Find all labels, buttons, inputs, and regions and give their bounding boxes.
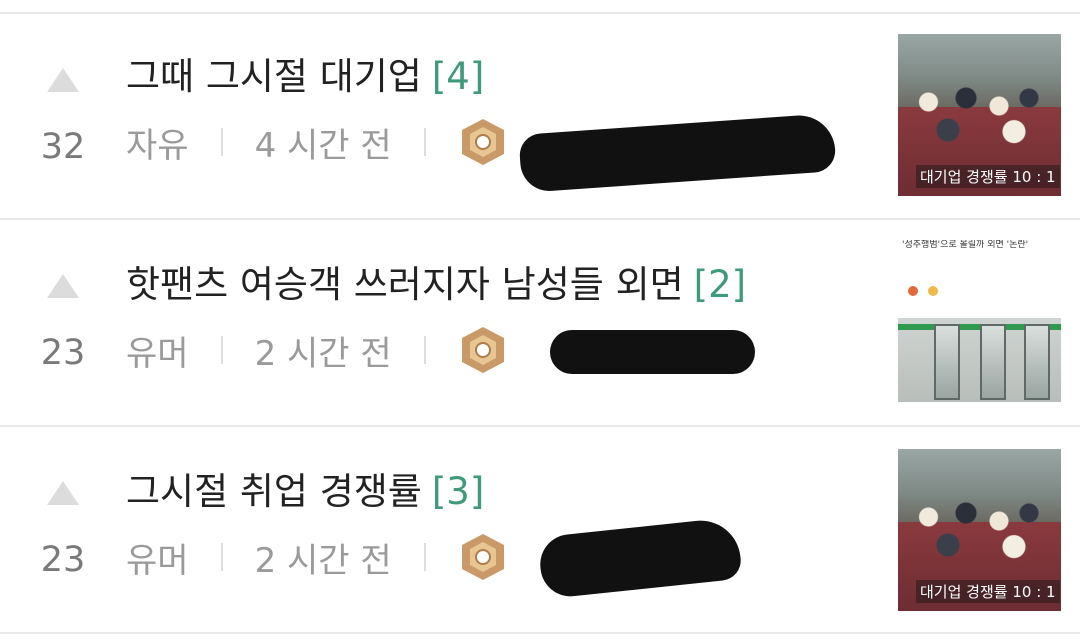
post-meta: 자유 4 시간 전 bbox=[126, 117, 508, 167]
post-item[interactable]: 23 그시절 취업 경쟁률 [3] 유머 2 시간 전 대기업 경쟁률 10 : … bbox=[0, 427, 1080, 633]
upvote-arrow-icon[interactable] bbox=[47, 68, 79, 92]
post-thumbnail[interactable]: 대기업 경쟁률 10 : 1 bbox=[898, 34, 1061, 196]
vote-widget: 23 bbox=[30, 274, 96, 373]
vote-widget: 23 bbox=[30, 481, 96, 580]
post-meta: 유머 2 시간 전 bbox=[126, 532, 508, 582]
redaction-mark bbox=[518, 113, 837, 193]
level-badge-icon bbox=[458, 532, 508, 582]
separator bbox=[220, 128, 223, 156]
redaction-mark bbox=[537, 516, 743, 600]
post-time: 2 시간 전 bbox=[254, 333, 392, 374]
comment-count: [2] bbox=[693, 263, 747, 306]
post-title-text[interactable]: 그시절 취업 경쟁률 bbox=[126, 470, 422, 513]
upvote-arrow-icon[interactable] bbox=[47, 481, 79, 505]
post-meta: 유머 2 시간 전 bbox=[126, 325, 508, 375]
post-list: 32 그때 그시절 대기업 [4] 자유 4 시간 전 대기업 경쟁률 10 : … bbox=[0, 0, 1080, 639]
post-thumbnail[interactable]: '성추행범'으로 몰릴까 외면 '논란' bbox=[898, 240, 1061, 402]
vote-count: 23 bbox=[40, 333, 86, 373]
post-title[interactable]: 핫팬츠 여승객 쓰러지자 남성들 외면 [2] bbox=[126, 262, 746, 308]
comment-count: [3] bbox=[431, 470, 485, 513]
separator bbox=[423, 336, 426, 364]
board-name[interactable]: 자유 bbox=[126, 118, 189, 167]
post-time: 4 시간 전 bbox=[254, 125, 392, 166]
redaction-mark bbox=[550, 330, 755, 374]
divider bbox=[0, 632, 1080, 634]
vote-count: 23 bbox=[40, 540, 86, 580]
post-title[interactable]: 그때 그시절 대기업 [4] bbox=[126, 54, 484, 100]
post-title-text[interactable]: 핫팬츠 여승객 쓰러지자 남성들 외면 bbox=[126, 263, 684, 306]
vote-count: 32 bbox=[40, 127, 86, 167]
post-item[interactable]: 23 핫팬츠 여승객 쓰러지자 남성들 외면 [2] 유머 2 시간 전 '성추행… bbox=[0, 220, 1080, 426]
post-title[interactable]: 그시절 취업 경쟁률 [3] bbox=[126, 469, 484, 515]
board-name[interactable]: 유머 bbox=[126, 326, 189, 375]
post-time: 2 시간 전 bbox=[254, 540, 392, 581]
board-name[interactable]: 유머 bbox=[126, 533, 189, 582]
vote-widget: 32 bbox=[30, 68, 96, 167]
post-thumbnail[interactable]: 대기업 경쟁률 10 : 1 bbox=[898, 449, 1061, 611]
thumbnail-caption: 대기업 경쟁률 10 : 1 bbox=[916, 165, 1060, 188]
separator bbox=[220, 543, 223, 571]
upvote-arrow-icon[interactable] bbox=[47, 274, 79, 298]
separator bbox=[423, 128, 426, 156]
comment-count: [4] bbox=[431, 55, 485, 98]
thumbnail-caption: 대기업 경쟁률 10 : 1 bbox=[916, 580, 1060, 603]
level-badge-icon bbox=[458, 325, 508, 375]
post-item[interactable]: 32 그때 그시절 대기업 [4] 자유 4 시간 전 대기업 경쟁률 10 : … bbox=[0, 14, 1080, 220]
thumbnail-caption: '성추행범'으로 몰릴까 외면 '논란' bbox=[902, 240, 1029, 250]
separator bbox=[220, 336, 223, 364]
level-badge-icon bbox=[458, 117, 508, 167]
post-title-text[interactable]: 그때 그시절 대기업 bbox=[126, 55, 422, 98]
separator bbox=[423, 543, 426, 571]
